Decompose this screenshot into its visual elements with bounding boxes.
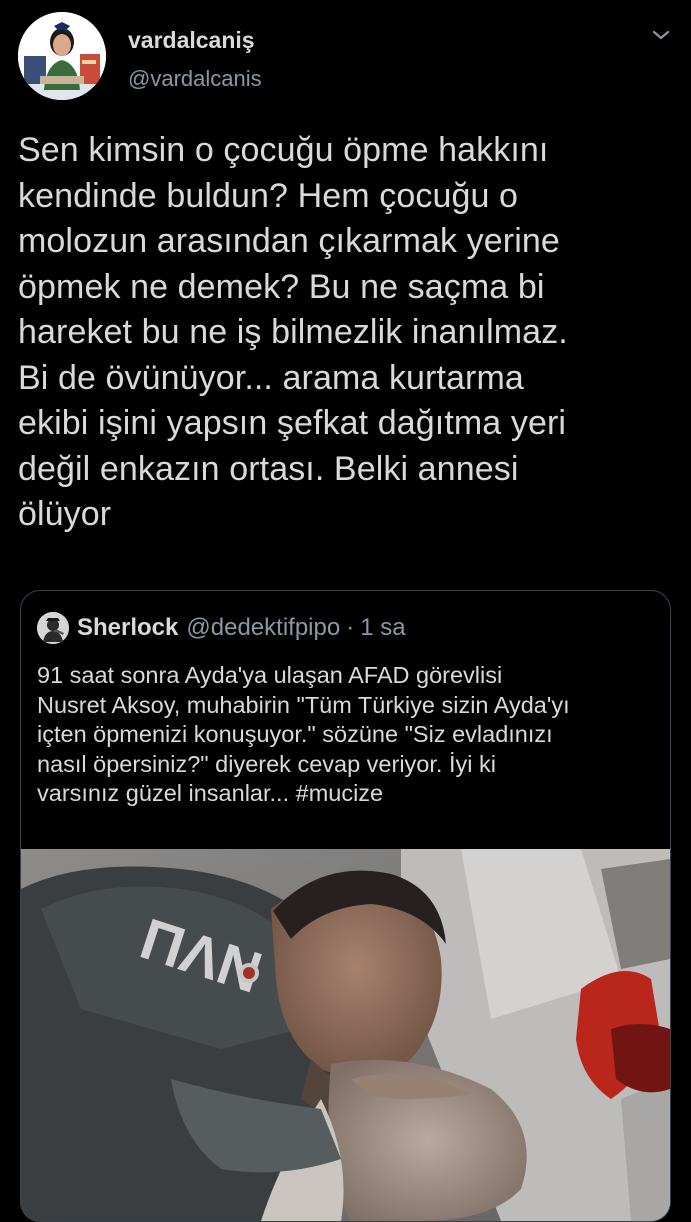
avatar-image	[37, 612, 69, 644]
quoted-author-display-name[interactable]: Sherlock	[77, 614, 178, 642]
quoted-separator: ·	[346, 614, 355, 641]
quoted-tweet-card[interactable]: Sherlock @dedektifpipo · 1 sa 91 saat so…	[20, 590, 671, 1222]
quoted-tweet-header: Sherlock @dedektifpipo · 1 sa	[37, 611, 406, 645]
author-handle[interactable]: @vardalcanis	[128, 64, 262, 94]
tweet-text: Sen kimsin o çocuğu öpme hakkını kendind…	[18, 131, 568, 533]
quoted-tweet-photo[interactable]: ΠΛΝ	[21, 849, 670, 1221]
avatar-image	[18, 12, 106, 100]
quoted-author-avatar[interactable]	[37, 612, 69, 644]
quoted-author-handle[interactable]: @dedektifpipo	[186, 614, 340, 642]
chevron-down-icon[interactable]	[651, 28, 671, 42]
quoted-timestamp[interactable]: 1 sa	[360, 614, 405, 642]
quoted-tweet-text: 91 saat sonra Ayda'ya ulaşan AFAD görevl…	[37, 662, 570, 806]
tweet-header: vardalcaniş @vardalcanis	[18, 12, 673, 104]
author-display-name[interactable]: vardalcaniş	[128, 26, 262, 54]
rescue-photo: ΠΛΝ	[21, 849, 670, 1221]
author-avatar[interactable]	[18, 12, 106, 100]
author-info: vardalcaniş @vardalcanis	[128, 26, 262, 94]
